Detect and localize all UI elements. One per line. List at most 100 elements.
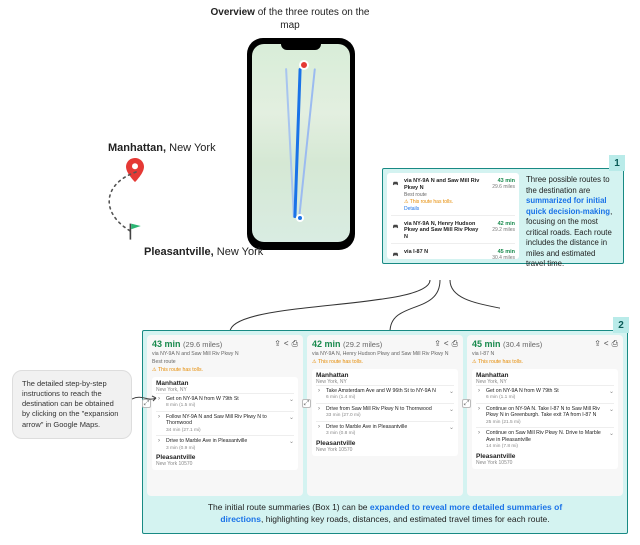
chevron-down-icon[interactable]: ⌄ (289, 396, 294, 403)
destination-name: Pleasantville (316, 440, 454, 447)
route-distance: 29.6 miles (485, 184, 515, 190)
direction-step[interactable]: › Follow NY-9A N and Saw Mill Riv Pkwy N… (156, 411, 294, 435)
step-marker-icon: › (156, 414, 162, 420)
step-text: Drive to Marble Ave in Pleasantville3 mi… (326, 424, 445, 437)
map-screen[interactable] (252, 44, 350, 242)
step-text: Follow NY-9A N and Saw Mill Riv Pkwy N t… (166, 414, 285, 433)
step-marker-icon: › (156, 438, 162, 444)
destination-sub: New York 10570 (316, 447, 454, 453)
route-option[interactable]: via NY-9A N, Henry Hudson Pkwy and Saw M… (391, 219, 515, 245)
step-meta: 6 min (1.4 mi) (326, 395, 445, 401)
card-via: via NY-9A N, Henry Hudson Pkwy and Saw M… (312, 351, 458, 357)
expand-arrow-icon[interactable]: ⤢ (302, 399, 311, 408)
chevron-down-icon[interactable]: ⌄ (289, 438, 294, 445)
footer-pre: The initial route summaries (Box 1) can … (208, 502, 370, 512)
step-marker-icon: › (476, 406, 482, 412)
step-marker-icon: › (476, 430, 482, 436)
car-icon (391, 249, 400, 258)
route-metrics: 42 min 29.2 miles (485, 221, 515, 242)
direction-step[interactable]: › Get on NY-9A N from W 79th St6 min (1.… (476, 385, 614, 403)
card-miles: (29.2 miles) (343, 340, 382, 349)
step-marker-icon: › (316, 388, 322, 394)
box-number-badge: 2 (613, 317, 629, 333)
route-summary-box: 1 via NY-9A N and Saw Mill Riv Pkwy N Be… (382, 168, 624, 264)
explainer-highlight: summarized for initial quick decision-ma… (526, 196, 610, 216)
route-distance: 29.2 miles (485, 227, 515, 233)
route-option[interactable]: via I-87 N 45 min 30.4 miles (391, 247, 515, 263)
step-meta: 3 min (0.9 mi) (166, 446, 285, 452)
step-text: Take Amsterdam Ave and W 96th St to NY-9… (326, 388, 445, 401)
chevron-down-icon[interactable]: ⌄ (609, 406, 614, 413)
card-time: 43 min (29.6 miles) (152, 339, 222, 349)
send-icon[interactable]: ⇪ (594, 339, 601, 349)
direction-step[interactable]: › Continue on NY-9A N. Take I-87 N to Sa… (476, 403, 614, 427)
expand-arrow-icon[interactable]: ⤢ (462, 399, 471, 408)
step-text: Get on NY-9A N from W 79th St8 min (1.5 … (166, 396, 285, 409)
card-time: 42 min (29.2 miles) (312, 339, 382, 349)
toll-warning: This route has tolls. (312, 359, 458, 365)
route-info: via NY-9A N, Henry Hudson Pkwy and Saw M… (404, 221, 481, 242)
step-text: Continue on Saw Mill Riv Pkwy N. Drive t… (486, 430, 605, 449)
print-icon[interactable]: ⎙ (452, 339, 458, 349)
route-detail-card: 42 min (29.2 miles) ⇪ < ⎙ via NY-9A N, H… (307, 335, 463, 496)
card-miles: (29.6 miles) (183, 340, 222, 349)
step-text: Drive from Saw Mill Riv Pkwy N to Thornw… (326, 406, 445, 419)
card-body: Manhattan New York, NY › Get on NY-9A N … (472, 369, 618, 468)
chevron-down-icon[interactable]: ⌄ (609, 388, 614, 395)
explainer-pre: Three possible routes to the destination… (526, 175, 610, 195)
direction-step[interactable]: › Drive from Saw Mill Riv Pkwy N to Thor… (316, 403, 454, 421)
card-via: via I-87 N (472, 351, 618, 357)
route-distance: 30.4 miles (485, 255, 515, 261)
route-metrics: 45 min 30.4 miles (485, 249, 515, 261)
send-icon[interactable]: ⇪ (434, 339, 441, 349)
step-text: Continue on NY-9A N. Take I-87 N to Saw … (486, 406, 605, 425)
direction-step[interactable]: › Get on NY-9A N from W 79th St8 min (1.… (156, 393, 294, 411)
details-link[interactable]: Details (404, 206, 481, 212)
print-icon[interactable]: ⎙ (612, 339, 618, 349)
origin-name: Manhattan (476, 372, 614, 379)
chevron-down-icon[interactable]: ⌄ (449, 406, 454, 413)
print-icon[interactable]: ⎙ (292, 339, 298, 349)
footer-post: , highlighting key roads, distances, and… (261, 514, 550, 524)
share-icon[interactable]: < (284, 339, 289, 349)
direction-step[interactable]: › Take Amsterdam Ave and W 96th St to NY… (316, 385, 454, 403)
step-meta: 33 min (27.0 mi) (326, 413, 445, 419)
chevron-down-icon[interactable]: ⌄ (449, 388, 454, 395)
direction-step[interactable]: › Drive to Marble Ave in Pleasantville3 … (156, 435, 294, 453)
callout-bubble: The detailed step-by-step instructions t… (12, 370, 132, 439)
card-via: via NY-9A N and Saw Mill Riv Pkwy N (152, 351, 298, 357)
destination-city: Pleasantville, (144, 246, 214, 258)
card-actions: ⇪ < ⎙ (274, 339, 298, 349)
flag-icon (128, 222, 144, 242)
share-icon[interactable]: < (604, 339, 609, 349)
route-name: via NY-9A N and Saw Mill Riv Pkwy N (404, 178, 481, 192)
share-icon[interactable]: < (444, 339, 449, 349)
card-miles: (30.4 miles) (503, 340, 542, 349)
chevron-down-icon[interactable]: ⌄ (609, 430, 614, 437)
origin-name: Manhattan (316, 372, 454, 379)
step-meta: 34 min (27.1 mi) (166, 428, 285, 434)
card-actions: ⇪ < ⎙ (594, 339, 618, 349)
chevron-down-icon[interactable]: ⌄ (449, 424, 454, 431)
step-meta: 6 min (1.1 mi) (486, 395, 605, 401)
direction-step[interactable]: › Drive to Marble Ave in Pleasantville3 … (316, 421, 454, 439)
direction-step[interactable]: › Continue on Saw Mill Riv Pkwy N. Drive… (476, 427, 614, 451)
box-number-badge: 1 (609, 155, 625, 171)
route-detail-card: 43 min (29.6 miles) ⇪ < ⎙ via NY-9A N an… (147, 335, 303, 496)
step-marker-icon: › (316, 424, 322, 430)
origin-state: New York (166, 142, 216, 154)
route-name: via NY-9A N, Henry Hudson Pkwy and Saw M… (404, 221, 481, 242)
origin-label: Manhattan, New York (108, 142, 216, 154)
route-option[interactable]: via NY-9A N and Saw Mill Riv Pkwy N Best… (391, 176, 515, 216)
card-best: Best route (152, 359, 298, 365)
step-marker-icon: › (476, 388, 482, 394)
origin-city: Manhattan, (108, 142, 166, 154)
step-meta: 14 min (7.8 mi) (486, 444, 605, 450)
send-icon[interactable]: ⇪ (274, 339, 281, 349)
destination-name: Pleasantville (476, 453, 614, 460)
toll-warning: This route has tolls. (472, 359, 618, 365)
overview-caption-rest: of the three routes on the map (255, 7, 370, 31)
car-icon (391, 221, 400, 230)
step-marker-icon: › (316, 406, 322, 412)
chevron-down-icon[interactable]: ⌄ (289, 414, 294, 421)
